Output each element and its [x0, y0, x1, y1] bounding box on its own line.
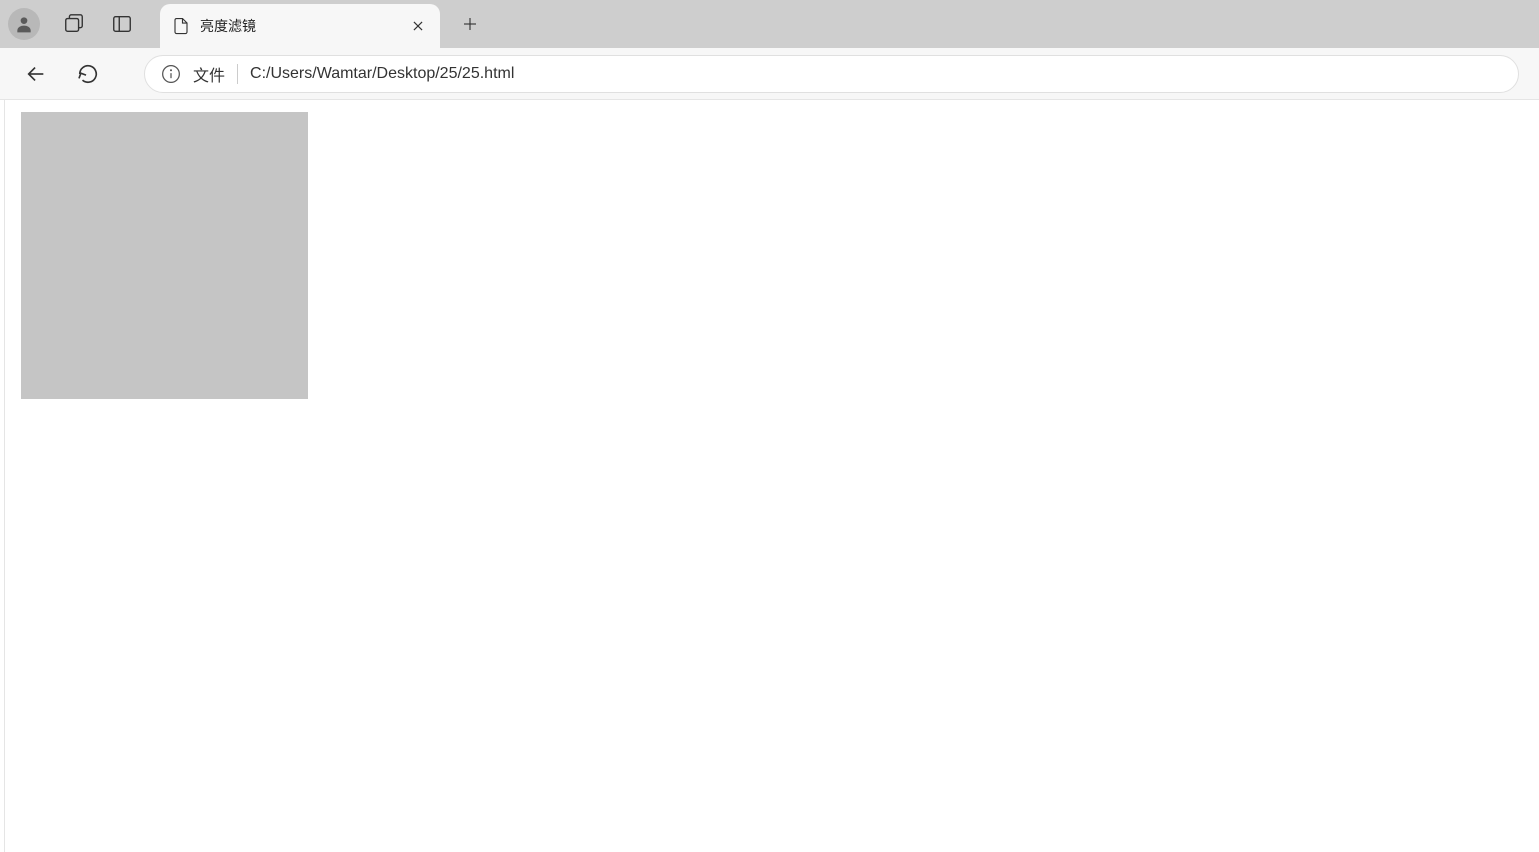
site-info-button[interactable]	[161, 64, 181, 84]
profile-button[interactable]	[8, 8, 40, 40]
workspaces-icon	[63, 13, 85, 35]
address-divider	[237, 64, 238, 84]
back-button[interactable]	[20, 58, 52, 90]
browser-tab[interactable]: 亮度滤镜	[160, 4, 440, 48]
close-icon	[411, 19, 425, 33]
address-bar[interactable]: 文件	[144, 55, 1519, 93]
refresh-button[interactable]	[72, 58, 104, 90]
new-tab-button[interactable]	[452, 6, 488, 42]
panel-button[interactable]	[108, 10, 136, 38]
back-arrow-icon	[25, 63, 47, 85]
info-icon	[161, 64, 181, 84]
address-protocol-label: 文件	[193, 62, 225, 86]
tab-bar-left-controls	[8, 8, 152, 40]
document-icon	[172, 17, 190, 35]
plus-icon	[461, 15, 479, 33]
tab-title: 亮度滤镜	[200, 16, 398, 36]
tab-bar: 亮度滤镜	[0, 0, 1539, 48]
grey-image-placeholder	[21, 112, 308, 399]
address-url-input[interactable]	[250, 65, 1502, 83]
tab-close-button[interactable]	[408, 16, 428, 36]
panel-icon	[111, 13, 133, 35]
page-content	[4, 100, 1539, 852]
refresh-icon	[77, 63, 99, 85]
tab-favicon	[172, 17, 190, 35]
workspaces-button[interactable]	[60, 10, 88, 38]
navigation-bar: 文件	[0, 48, 1539, 100]
profile-icon	[14, 14, 34, 34]
